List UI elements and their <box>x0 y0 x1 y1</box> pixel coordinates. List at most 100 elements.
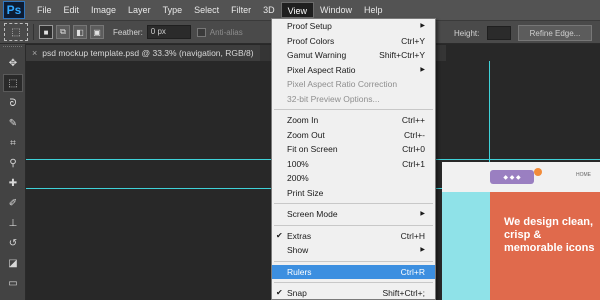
brush-tool-icon[interactable]: ✐ <box>3 194 23 212</box>
refine-edge-button[interactable]: Refine Edge... <box>518 25 592 41</box>
view-menu-dropdown: Proof Setup ▶ Proof Colors Ctrl+Y Gamut Warn… <box>271 18 436 300</box>
menu-image[interactable]: Image <box>85 2 122 18</box>
submenu-arrow-icon: ▶ <box>420 66 425 73</box>
feather-input[interactable]: 0 px <box>146 25 191 39</box>
menu-item-show[interactable]: Show ▶ <box>272 243 435 258</box>
menu-item-shortcut: Ctrl+0 <box>402 144 425 154</box>
close-icon[interactable]: × <box>32 48 37 58</box>
menu-separator <box>274 224 433 226</box>
menu-bar: Ps File Edit Image Layer Type Select Fil… <box>0 0 600 20</box>
menu-item-zoom-out[interactable]: Zoom Out Ctrl+- <box>272 128 435 143</box>
menu-file[interactable]: File <box>31 2 58 18</box>
marquee-tool-icon[interactable]: ⬚ <box>3 74 23 92</box>
eraser-tool-icon[interactable]: ◪ <box>3 254 23 272</box>
menu-item-label: Gamut Warning <box>287 50 347 60</box>
menu-filter[interactable]: Filter <box>225 2 257 18</box>
menu-item-label: Extras <box>287 230 312 241</box>
submenu-arrow-icon: ▶ <box>420 211 425 217</box>
history-brush-tool-icon[interactable]: ↺ <box>3 234 23 252</box>
menu-separator <box>274 282 433 283</box>
subtract-selection-icon[interactable]: ◧ <box>73 25 87 39</box>
menu-item-label: Fit on Screen <box>287 144 338 154</box>
height-input[interactable] <box>487 26 512 40</box>
menu-item-100[interactable]: 100% Ctrl+1 <box>272 157 435 172</box>
menu-item-fit-on-screen[interactable]: Fit on Screen Ctrl+0 <box>272 142 435 157</box>
menu-item-shortcut: Ctrl+H <box>400 230 425 241</box>
submenu-arrow-icon: ▶ <box>420 247 425 253</box>
menu-item-label: 32-bit Preview Options... <box>287 93 380 104</box>
menu-item-label: Proof Setup <box>287 21 332 31</box>
clone-stamp-tool-icon[interactable]: ⊥ <box>3 214 23 232</box>
menu-view[interactable]: View <box>280 2 314 18</box>
document-title: psd mockup template.psd @ 33.3% (navigat… <box>42 48 254 58</box>
menu-item-200[interactable]: 200% <box>272 171 435 186</box>
toolbox-grip[interactable] <box>3 46 22 52</box>
menu-3d[interactable]: 3D <box>257 2 281 18</box>
menu-item-label: 200% <box>287 173 309 183</box>
lasso-tool-icon[interactable]: ᘐ <box>3 94 23 112</box>
submenu-arrow-icon: ▶ <box>420 23 425 29</box>
menu-item-label: Print Size <box>287 187 324 198</box>
menu-item-shortcut: Ctrl+1 <box>402 158 425 169</box>
intersect-selection-icon[interactable]: ▣ <box>90 25 104 39</box>
menu-item-label: Show <box>287 245 309 255</box>
page-header: ◆ ◆ ◆ HOME <box>442 162 600 192</box>
photoshop-logo: Ps <box>3 1 25 19</box>
checkbox-box <box>196 27 206 37</box>
menu-item-snap[interactable]: ✔ Snap Shift+Ctrl+; <box>272 286 435 300</box>
menu-item-label: Zoom In <box>287 115 319 125</box>
eyedropper-tool-icon[interactable]: ⚲ <box>3 154 23 172</box>
move-tool-icon[interactable]: ✥ <box>3 54 23 72</box>
hero-text: We design clean, crisp & memorable icons <box>504 216 595 254</box>
menu-item-rulers[interactable]: Rulers Ctrl+R <box>272 264 435 279</box>
menu-window[interactable]: Window <box>314 2 358 18</box>
menu-layer[interactable]: Layer <box>122 2 157 18</box>
menu-item-proof-colors[interactable]: Proof Colors Ctrl+Y <box>272 34 435 49</box>
menu-item-gamut-warning[interactable]: Gamut Warning Shift+Ctrl+Y <box>272 48 435 63</box>
healing-brush-tool-icon[interactable]: ✚ <box>3 174 23 192</box>
menu-separator <box>274 203 433 204</box>
add-selection-icon[interactable]: ⧉ <box>56 25 70 39</box>
menu-select[interactable]: Select <box>188 2 225 18</box>
height-group: Height: <box>448 26 512 40</box>
quick-select-tool-icon[interactable]: ✎ <box>3 114 23 132</box>
antialias-label: Anti-alias <box>209 27 243 37</box>
menu-edit[interactable]: Edit <box>58 2 86 18</box>
menu-item-label: Rulers <box>287 266 312 277</box>
menu-item-pixel-aspect-ratio[interactable]: Pixel Aspect Ratio ▶ <box>272 63 435 78</box>
tools-panel: ✥ ⬚ ᘐ ✎ ⌗ ⚲ ✚ ✐ ⊥ ↺ ◪ ▭ <box>0 44 26 300</box>
menu-type[interactable]: Type <box>157 2 189 18</box>
logo-badge <box>534 168 542 176</box>
checkmark-icon: ✔ <box>276 230 283 240</box>
crop-tool-icon[interactable]: ⌗ <box>3 134 23 152</box>
menu-item-label: Proof Colors <box>287 35 335 46</box>
menu-item-zoom-in[interactable]: Zoom In Ctrl++ <box>272 113 435 128</box>
menu-item-shortcut: Ctrl+R <box>400 266 425 277</box>
new-selection-icon[interactable]: ■ <box>39 25 53 39</box>
menu-item-proof-setup[interactable]: Proof Setup ▶ <box>272 19 435 34</box>
menu-item-print-size[interactable]: Print Size <box>272 186 435 201</box>
menu-item-label: Zoom Out <box>287 129 325 140</box>
menu-item-extras[interactable]: ✔ Extras Ctrl+H <box>272 229 435 244</box>
menu-item-shortcut: Ctrl+- <box>403 129 425 140</box>
site-logo: ◆ ◆ ◆ <box>490 170 534 184</box>
menu-item-shortcut: Shift+Ctrl+; <box>382 288 425 298</box>
document-tab[interactable]: × psd mockup template.psd @ 33.3% (navig… <box>26 45 260 61</box>
menu-help[interactable]: Help <box>358 2 389 18</box>
checkmark-icon: ✔ <box>276 288 283 297</box>
height-label: Height: <box>454 28 480 38</box>
menu-item-label: Pixel Aspect Ratio Correction <box>287 79 398 89</box>
antialias-checkbox[interactable]: Anti-alias <box>196 27 243 37</box>
menu-item-shortcut: Shift+Ctrl+Y <box>379 50 425 60</box>
menu-separator <box>274 260 433 262</box>
menu-item-32-bit-preview-options[interactable]: 32-bit Preview Options... <box>272 92 435 107</box>
options-divider <box>33 24 34 40</box>
menu-item-screen-mode[interactable]: Screen Mode ▶ <box>272 207 435 222</box>
menu-item-shortcut: Ctrl++ <box>401 115 425 125</box>
menu-item-pixel-aspect-ratio-correction[interactable]: Pixel Aspect Ratio Correction <box>272 77 435 92</box>
nav-home: HOME <box>576 172 591 178</box>
marquee-preset-icon[interactable]: ⬚ <box>4 23 28 41</box>
gradient-tool-icon[interactable]: ▭ <box>3 274 23 292</box>
feather-label: Feather: <box>113 27 143 37</box>
menu-item-label: Screen Mode <box>287 209 338 219</box>
